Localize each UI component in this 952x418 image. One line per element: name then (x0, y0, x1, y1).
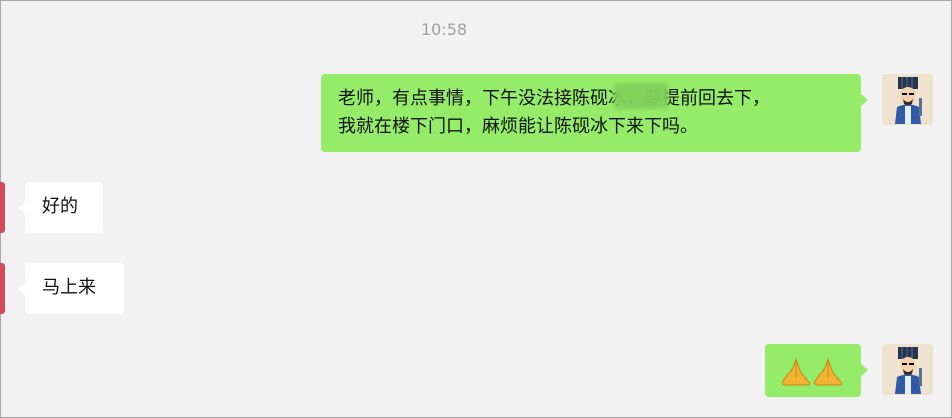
message-bubble-incoming[interactable]: 好的 (18, 182, 103, 233)
cartoon-character-avatar-icon (882, 344, 933, 395)
user-avatar[interactable] (882, 74, 933, 125)
message-text: 马上来 (42, 277, 96, 298)
message-bubble-outgoing[interactable]: 老师，有点事情，下午没法接陈砚冰，要提前回去下， 我就在楼下门口，麻烦能让陈砚冰… (321, 74, 868, 152)
message-text-line: 我就在楼下门口，麻烦能让陈砚冰下来下吗。 (338, 116, 698, 137)
contact-avatar[interactable] (0, 263, 5, 314)
message-text: 好的 (42, 196, 78, 217)
message-timestamp: 10:58 (420, 20, 468, 39)
contact-avatar[interactable] (0, 182, 5, 233)
message-bubble-outgoing[interactable] (765, 344, 868, 397)
message-text-line: 老师，有点事情，下午没法接陈砚冰，要提前回去下， (338, 88, 770, 109)
cartoon-character-avatar-icon (882, 74, 933, 125)
user-avatar[interactable] (882, 344, 933, 395)
praying-hands-emoji-icon (779, 355, 849, 396)
redaction-blur (614, 83, 668, 109)
message-bubble-incoming[interactable]: 马上来 (18, 263, 124, 314)
